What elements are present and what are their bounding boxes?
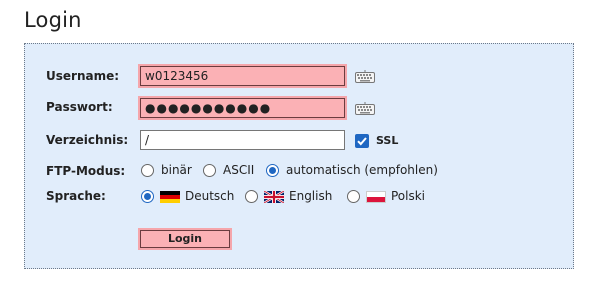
- ftp-mode-label: FTP-Modus:: [46, 164, 126, 178]
- login-form-panel: Username: Passwort: Verzeichnis: SSL FTP…: [24, 43, 574, 269]
- page-title: Login: [24, 8, 82, 32]
- keyboard-icon[interactable]: [355, 69, 375, 83]
- language-deutsch-radio[interactable]: [141, 190, 154, 203]
- login-button[interactable]: Login: [140, 230, 230, 248]
- ftp-mode-ascii-label: ASCII: [223, 163, 255, 177]
- password-input[interactable]: [140, 98, 345, 118]
- ssl-label: SSL: [376, 134, 399, 147]
- language-english-radio[interactable]: [245, 190, 258, 203]
- flag-de-icon: [160, 191, 180, 203]
- ftp-mode-binary-radio[interactable]: [141, 164, 154, 177]
- ssl-checkbox[interactable]: [355, 134, 369, 148]
- ftp-mode-binary-label: binär: [161, 163, 192, 177]
- flag-uk-icon: [264, 191, 284, 203]
- password-label: Passwort:: [46, 100, 113, 114]
- language-english-label: English: [289, 189, 333, 203]
- keyboard-icon[interactable]: [355, 101, 375, 115]
- language-polski-label: Polski: [391, 189, 426, 203]
- username-label: Username:: [46, 69, 120, 83]
- language-label: Sprache:: [46, 189, 106, 203]
- language-polski-radio[interactable]: [347, 190, 360, 203]
- ftp-mode-auto-label: automatisch (empfohlen): [286, 163, 438, 177]
- directory-label: Verzeichnis:: [46, 133, 129, 147]
- ftp-mode-auto-radio[interactable]: [266, 164, 279, 177]
- directory-input[interactable]: [140, 130, 345, 150]
- language-deutsch-label: Deutsch: [185, 189, 235, 203]
- checkmark-icon: [357, 137, 367, 146]
- ftp-mode-ascii-radio[interactable]: [203, 164, 216, 177]
- flag-pl-icon: [366, 191, 386, 203]
- username-input[interactable]: [140, 66, 345, 86]
